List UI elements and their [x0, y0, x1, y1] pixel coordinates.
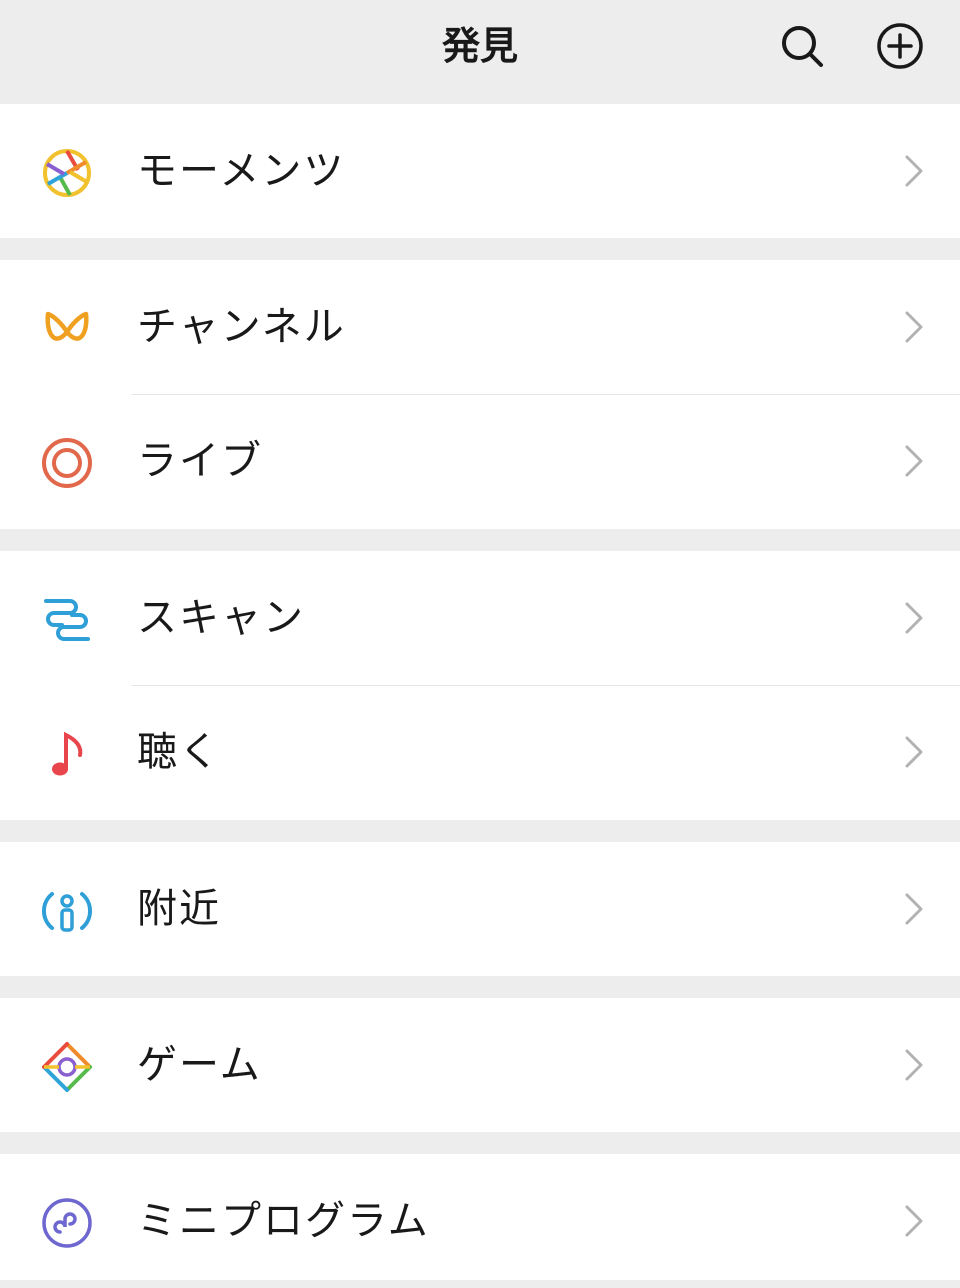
moments-aperture-icon	[40, 146, 94, 200]
chevron-right-icon	[904, 154, 924, 188]
chevron-right-icon	[904, 735, 924, 769]
group-nearby: 附近	[0, 842, 960, 976]
chevron-right-icon	[904, 1048, 924, 1082]
menu-item-label: 聴く	[137, 729, 221, 775]
add-button[interactable]	[874, 20, 926, 72]
plus-circle-icon	[877, 23, 923, 69]
group-channels: チャンネル ライブ	[0, 260, 960, 529]
menu-item-games[interactable]: ゲーム	[0, 998, 960, 1132]
mini-program-icon	[40, 1196, 94, 1250]
group-games: ゲーム	[0, 998, 960, 1132]
menu-item-label: モーメンツ	[137, 148, 346, 194]
menu-item-mini-programs[interactable]: ミニプログラム	[0, 1154, 960, 1288]
menu-item-label: ゲーム	[137, 1042, 262, 1088]
live-rings-icon	[40, 436, 94, 490]
menu-item-channels[interactable]: チャンネル	[0, 260, 960, 394]
group-scan: スキャン 聴く	[0, 551, 960, 820]
menu-item-scan[interactable]: スキャン	[0, 551, 960, 685]
music-note-icon	[40, 727, 94, 781]
chevron-right-icon	[904, 444, 924, 478]
nearby-person-icon	[40, 884, 94, 938]
group-moments: モーメンツ	[0, 104, 960, 238]
scan-icon	[40, 593, 94, 647]
menu-item-live[interactable]: ライブ	[0, 394, 960, 529]
search-button[interactable]	[776, 20, 828, 72]
menu-item-label: 附近	[137, 886, 221, 932]
menu-item-label: ミニプログラム	[137, 1198, 430, 1244]
menu-item-nearby[interactable]: 附近	[0, 842, 960, 976]
chevron-right-icon	[904, 1204, 924, 1238]
menu-item-label: スキャン	[137, 595, 305, 641]
menu-item-listen[interactable]: 聴く	[0, 685, 960, 820]
search-icon	[782, 26, 823, 67]
menu-item-label: ライブ	[137, 438, 263, 484]
group-mini-programs: ミニプログラム	[0, 1154, 960, 1280]
game-diamond-icon	[40, 1040, 94, 1094]
menu-item-moments[interactable]: モーメンツ	[0, 104, 960, 238]
chevron-right-icon	[904, 892, 924, 926]
menu-item-label: チャンネル	[137, 304, 346, 350]
chevron-right-icon	[904, 310, 924, 344]
chevron-right-icon	[904, 601, 924, 635]
channels-butterfly-icon	[40, 302, 94, 356]
top-bar: 発見	[0, 0, 960, 104]
